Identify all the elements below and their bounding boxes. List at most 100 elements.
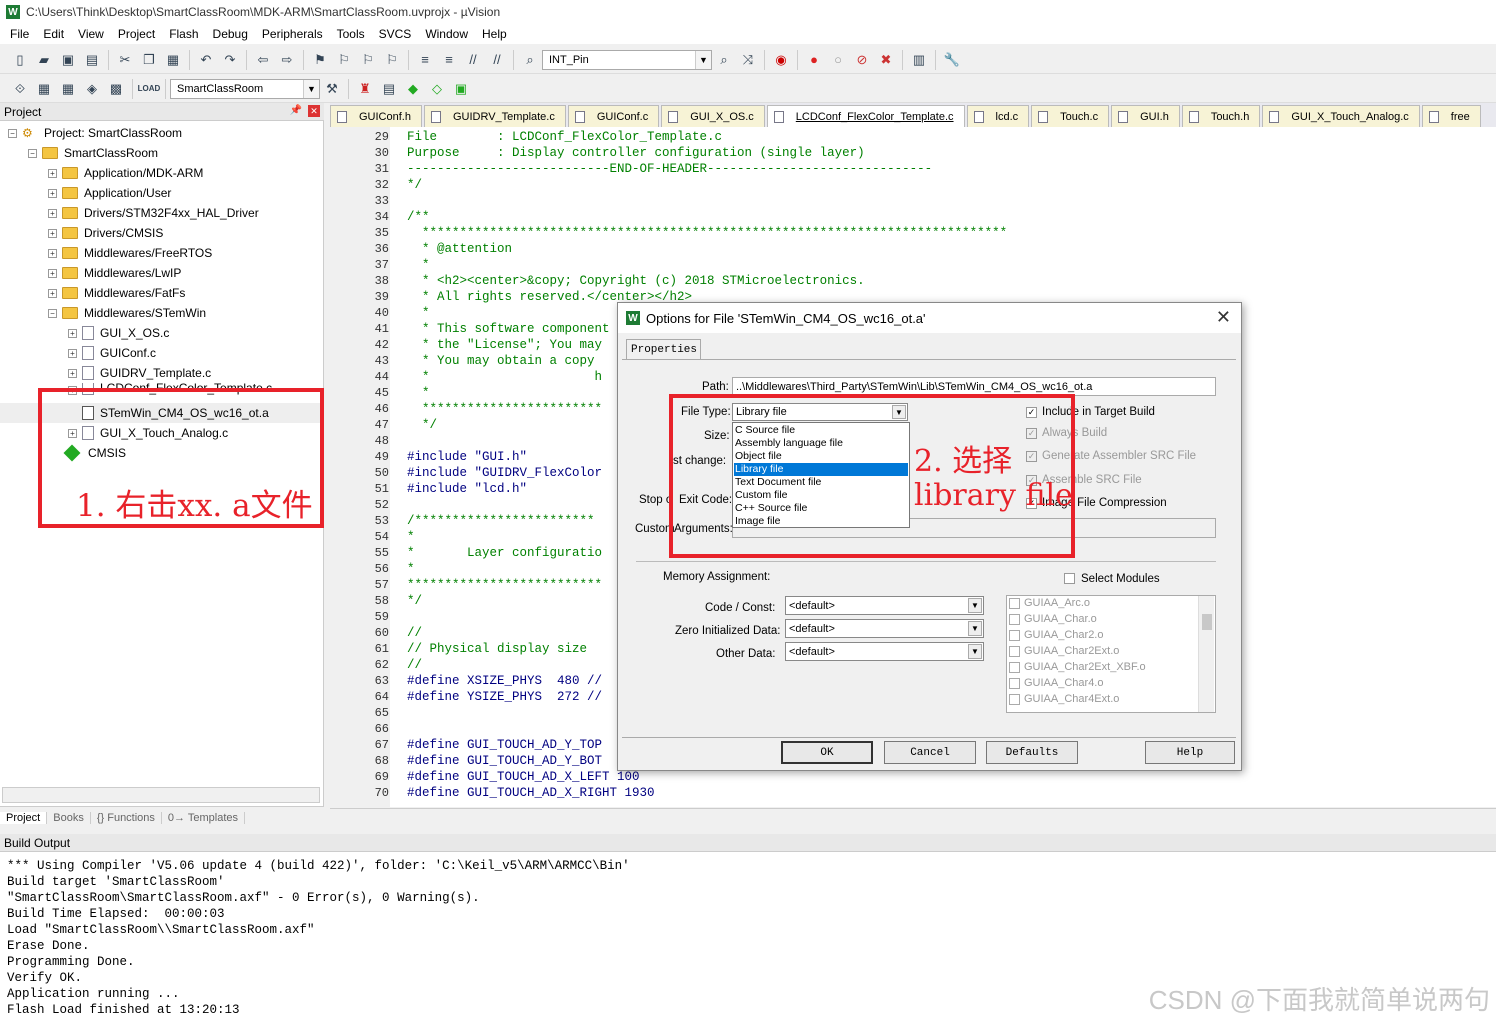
expand-icon[interactable]: + xyxy=(48,248,57,258)
module-item[interactable]: GUIAA_Char2.o xyxy=(1009,627,1103,643)
tab-templates[interactable]: 0→ Templates xyxy=(162,811,246,824)
menu-project[interactable]: Project xyxy=(112,27,163,41)
target-combo[interactable]: SmartClassRoom ▼ xyxy=(170,78,320,99)
tree-group[interactable]: + Middlewares/FatFs xyxy=(0,283,324,303)
module-checkbox[interactable] xyxy=(1009,597,1020,609)
file-tab[interactable]: GUIConf.c xyxy=(567,105,660,127)
tree-group[interactable]: + Drivers/CMSIS xyxy=(0,223,324,243)
tree-target[interactable]: − SmartClassRoom xyxy=(0,143,324,163)
project-scrollbar[interactable] xyxy=(2,787,320,803)
configure-icon[interactable]: 🔧 xyxy=(943,51,961,69)
pin-icon[interactable]: 📌 xyxy=(290,105,302,116)
nav-forward-icon[interactable]: ⇨ xyxy=(278,51,296,69)
collapse-icon[interactable]: − xyxy=(28,148,37,158)
module-item[interactable]: GUIAA_Char2Ext_XBF.o xyxy=(1009,659,1146,675)
save-icon[interactable]: ▣ xyxy=(59,51,77,69)
file-tab[interactable]: Touch.c xyxy=(1031,105,1110,127)
new-file-icon[interactable]: ▯ xyxy=(11,51,29,69)
find-in-files-icon[interactable]: ⌕ xyxy=(521,51,539,69)
tab-functions[interactable]: {} Functions xyxy=(91,811,162,824)
file-tab[interactable]: lcd.c xyxy=(966,105,1030,127)
modules-scrollbar[interactable] xyxy=(1198,596,1214,712)
tab-properties[interactable]: Properties xyxy=(626,339,701,359)
file-tab-active[interactable]: LCDConf_FlexColor_Template.c xyxy=(766,105,965,127)
breakpoint-icon[interactable]: ● xyxy=(805,51,823,69)
expand-icon[interactable]: + xyxy=(68,368,77,378)
bookmark-prev-icon[interactable]: ⚐ xyxy=(335,51,353,69)
tree-file[interactable]: + GUIConf.c xyxy=(0,343,324,363)
translate-icon[interactable]: ⟐ xyxy=(11,80,29,98)
collapse-icon[interactable]: − xyxy=(8,128,17,138)
rebuild-icon[interactable]: ▦ xyxy=(59,80,77,98)
module-checkbox[interactable] xyxy=(1009,645,1020,657)
module-checkbox[interactable] xyxy=(1009,677,1020,689)
expand-icon[interactable]: + xyxy=(48,288,57,298)
redo-icon[interactable]: ↷ xyxy=(221,51,239,69)
uncomment-icon[interactable]: // xyxy=(488,51,506,69)
manage-rte-icon[interactable]: ◆ xyxy=(404,80,422,98)
cancel-button[interactable]: Cancel xyxy=(884,741,976,764)
menu-svcs[interactable]: SVCS xyxy=(373,27,420,41)
file-tab[interactable]: free xyxy=(1421,105,1481,127)
expand-icon[interactable]: + xyxy=(68,348,77,358)
incremental-find-icon[interactable]: ⤨ xyxy=(739,51,757,69)
module-checkbox[interactable] xyxy=(1009,629,1020,641)
open-folder-icon[interactable]: ▰ xyxy=(35,51,53,69)
find-combo[interactable]: INT_Pin ▼ xyxy=(542,49,712,70)
module-item[interactable]: GUIAA_Char2Ext.o xyxy=(1009,643,1119,659)
tree-group[interactable]: − Middlewares/STemWin xyxy=(0,303,324,323)
undo-icon[interactable]: ↶ xyxy=(197,51,215,69)
file-extensions-icon[interactable]: ▤ xyxy=(380,80,398,98)
chevron-down-icon[interactable]: ▼ xyxy=(303,79,319,98)
breakpoint-disable-icon[interactable]: ○ xyxy=(829,51,847,69)
editor-scrollbar[interactable] xyxy=(330,808,1496,824)
file-tab[interactable]: GUIConf.h xyxy=(330,105,422,127)
menu-peripherals[interactable]: Peripherals xyxy=(256,27,331,41)
find-icon[interactable]: ⌕ xyxy=(715,51,733,69)
menu-edit[interactable]: Edit xyxy=(37,27,72,41)
save-all-icon[interactable]: ▤ xyxy=(83,51,101,69)
menu-tools[interactable]: Tools xyxy=(331,27,373,41)
tab-project[interactable]: Project xyxy=(0,811,48,824)
breakpoint-kill-all-icon[interactable]: ✖ xyxy=(877,51,895,69)
expand-icon[interactable]: + xyxy=(68,328,77,338)
file-tab[interactable]: GUIDRV_Template.c xyxy=(423,105,566,127)
module-item[interactable]: GUIAA_Arc.o xyxy=(1009,595,1090,611)
breakpoint-disable-all-icon[interactable]: ⊘ xyxy=(853,51,871,69)
window-layout-icon[interactable]: ▥ xyxy=(910,51,928,69)
build-icon[interactable]: ▦ xyxy=(35,80,53,98)
tree-group[interactable]: + Application/User xyxy=(0,183,324,203)
module-item[interactable]: GUIAA_Char4Ext.o xyxy=(1009,691,1119,707)
stop-build-icon[interactable]: ▩ xyxy=(107,80,125,98)
comment-icon[interactable]: // xyxy=(464,51,482,69)
batch-build-icon[interactable]: ◈ xyxy=(83,80,101,98)
expand-icon[interactable]: + xyxy=(48,188,57,198)
tree-group[interactable]: + Application/MDK-ARM xyxy=(0,163,324,183)
bookmark-clear-icon[interactable]: ⚐ xyxy=(383,51,401,69)
expand-icon[interactable]: + xyxy=(48,168,57,178)
chevron-down-icon[interactable]: ▼ xyxy=(968,644,982,659)
module-checkbox[interactable] xyxy=(1009,613,1020,625)
menu-flash[interactable]: Flash xyxy=(163,27,206,41)
menu-window[interactable]: Window xyxy=(419,27,476,41)
pack-installer-icon[interactable]: ▣ xyxy=(452,80,470,98)
debug-session-icon[interactable]: ◉ xyxy=(772,51,790,69)
chevron-down-icon[interactable]: ▼ xyxy=(968,598,982,613)
help-button[interactable]: Help xyxy=(1145,741,1235,764)
menu-help[interactable]: Help xyxy=(476,27,515,41)
chevron-down-icon[interactable]: ▼ xyxy=(695,50,711,69)
copy-icon[interactable]: ❐ xyxy=(140,51,158,69)
expand-icon[interactable]: + xyxy=(48,208,57,218)
tree-group[interactable]: + Drivers/STM32F4xx_HAL_Driver xyxy=(0,203,324,223)
bookmark-icon[interactable]: ⚑ xyxy=(311,51,329,69)
tree-group[interactable]: + Middlewares/LwIP xyxy=(0,263,324,283)
manage-project-icon[interactable]: ♜ xyxy=(356,80,374,98)
defaults-button[interactable]: Defaults xyxy=(986,741,1078,764)
tree-project-root[interactable]: − ⚙ Project: SmartClassRoom xyxy=(0,123,324,143)
expand-icon[interactable]: + xyxy=(48,268,57,278)
file-tab[interactable]: GUI.h xyxy=(1111,105,1180,127)
module-item[interactable]: GUIAA_Char.o xyxy=(1009,611,1097,627)
select-packs-icon[interactable]: ◇ xyxy=(428,80,446,98)
cut-icon[interactable]: ✂ xyxy=(116,51,134,69)
close-icon[interactable]: ✕ xyxy=(1216,307,1231,328)
